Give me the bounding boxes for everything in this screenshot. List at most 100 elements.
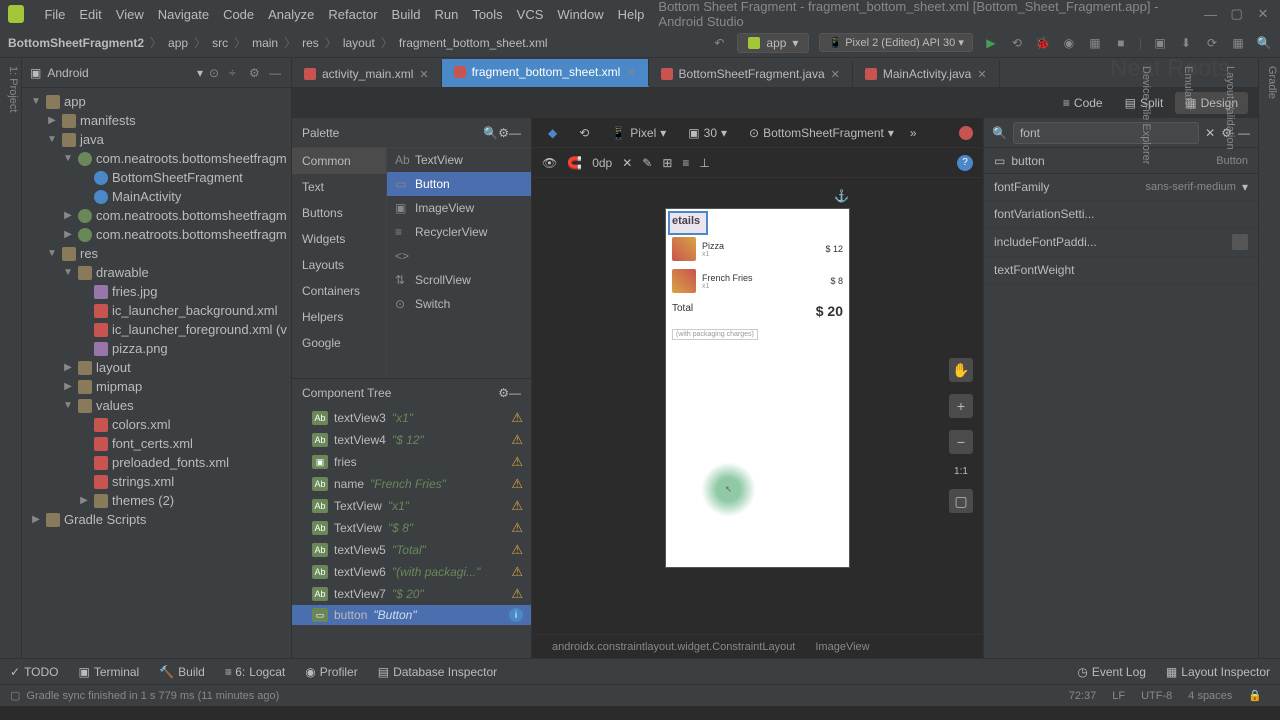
tree-item[interactable]: ic_launcher_foreground.xml (v [22,320,291,339]
menu-code[interactable]: Code [223,7,254,22]
debug-icon[interactable]: 🐞 [1035,35,1051,51]
breadcrumb-item[interactable]: app [168,36,188,50]
menu-window[interactable]: Window [557,7,603,22]
tree-item[interactable]: ▶layout [22,358,291,377]
component-tree-item[interactable]: Abname "French Fries"⚠ [292,473,531,495]
profiler-icon[interactable]: ◉ [1061,35,1077,51]
tree-item[interactable]: ▶themes (2) [22,491,291,510]
tree-item[interactable]: ▼app [22,92,291,111]
sync-icon[interactable]: ⟳ [1204,35,1220,51]
component-tree-item[interactable]: AbTextView "$ 8"⚠ [292,517,531,539]
hide-icon[interactable]: — [509,386,521,400]
tree-item[interactable]: ▼values [22,396,291,415]
avd-icon[interactable]: ▣ [1152,35,1168,51]
palette-item[interactable]: ⇅ScrollView [387,268,531,292]
theme-select[interactable]: ⊙ BottomSheetFragment ▾ [743,124,900,142]
tree-item[interactable]: preloaded_fonts.xml [22,453,291,472]
run-config-select[interactable]: app▾ [737,33,809,53]
line-ending[interactable]: LF [1104,690,1133,702]
api-select[interactable]: ▣ 30 ▾ [682,124,733,142]
tree-item[interactable]: font_certs.xml [22,434,291,453]
tree-item[interactable]: pizza.png [22,339,291,358]
view-options-icon[interactable]: 👁 [542,156,557,170]
event-log-tab[interactable]: ◷ Event Log [1077,665,1146,679]
palette-item[interactable]: ▭Button [387,172,531,196]
palette-category[interactable]: Text [292,174,386,200]
tree-item[interactable]: ▼res [22,244,291,263]
tree-item[interactable]: ▼com.neatroots.bottomsheetfragm [22,149,291,168]
attribute-row[interactable]: includeFontPaddi... [984,228,1258,257]
layout-inspector-tab[interactable]: ▦ Layout Inspector [1166,665,1270,679]
encoding[interactable]: UTF-8 [1133,690,1180,702]
tree-item[interactable]: strings.xml [22,472,291,491]
hide-icon[interactable]: — [269,66,283,80]
dragged-button-ghost[interactable]: ↖ [701,462,756,517]
pan-icon[interactable]: ✋ [949,358,973,382]
minimize-button[interactable]: — [1201,7,1219,21]
component-tree-item[interactable]: AbTextView "x1"⚠ [292,495,531,517]
palette-category[interactable]: Helpers [292,304,386,330]
menu-file[interactable]: File [44,7,65,22]
close-button[interactable]: ✕ [1254,7,1272,21]
search-icon[interactable]: 🔍 [1256,35,1272,51]
error-indicator[interactable] [959,126,973,140]
tree-item[interactable]: ▶Gradle Scripts [22,510,291,529]
project-tree[interactable]: ▼app▶manifests▼java▼com.neatroots.bottom… [22,88,291,658]
indent[interactable]: 4 spaces [1180,690,1240,702]
clear-icon[interactable]: ✕ [1205,126,1215,140]
structure-icon[interactable]: ▦ [1230,35,1246,51]
component-path[interactable]: ImageView [815,641,869,653]
pack-icon[interactable]: ⊞ [662,156,672,170]
palette-category[interactable]: Widgets [292,226,386,252]
maximize-button[interactable]: ▢ [1228,7,1246,21]
search-icon[interactable]: 🔍 [483,126,498,140]
emulator-tab[interactable]: Emulator [1182,66,1194,650]
component-tree-item[interactable]: ▭button "Button"i [292,605,531,625]
breadcrumb-item[interactable]: main [252,36,278,50]
palette-category[interactable]: Common [292,148,386,174]
tree-item[interactable]: ▶com.neatroots.bottomsheetfragm [22,225,291,244]
device-select[interactable]: 📱 Pixel ▾ [605,124,672,142]
tree-item[interactable]: fries.jpg [22,282,291,301]
design-surface-icon[interactable]: ◆ [542,124,563,142]
zoom-level[interactable]: 1:1 [954,466,968,477]
gear-icon[interactable]: ⚙ [249,66,263,80]
breadcrumb-item[interactable]: layout [343,36,375,50]
orientation-icon[interactable]: ⟲ [573,124,595,142]
tree-item[interactable]: ▼java [22,130,291,149]
component-tree-item[interactable]: AbtextView3 "x1"⚠ [292,407,531,429]
device-explorer-tab[interactable]: Device File Explorer [1140,66,1152,650]
tree-item[interactable]: BottomSheetFragment [22,168,291,187]
menu-tools[interactable]: Tools [472,7,502,22]
breadcrumb-item[interactable]: res [302,36,319,50]
help-icon[interactable]: ? [957,155,973,171]
attribute-row[interactable]: fontVariationSetti... [984,201,1258,228]
zoom-in-button[interactable]: + [949,394,973,418]
menu-help[interactable]: Help [618,7,645,22]
palette-category[interactable]: Layouts [292,252,386,278]
design-canvas[interactable]: ⚓ etails Pizza x1 $ 12 [532,178,983,634]
magnet-icon[interactable]: 🧲 [567,156,582,170]
fit-button[interactable]: ▢ [949,489,973,513]
todo-tab[interactable]: ✓ TODO [10,665,59,679]
layout-validation-tab[interactable]: Layout Validation [1224,66,1236,650]
attribute-row[interactable]: fontFamilysans-serif-medium▾ [984,174,1258,201]
logcat-tab[interactable]: ≡ 6: Logcat [225,665,285,679]
attribute-row[interactable]: textFontWeight [984,257,1258,284]
breadcrumb-item[interactable]: BottomSheetFragment2 [8,36,144,50]
palette-category[interactable]: Containers [292,278,386,304]
menu-run[interactable]: Run [434,7,458,22]
coverage-icon[interactable]: ▦ [1087,35,1103,51]
component-tree-item[interactable]: ▣fries ⚠ [292,451,531,473]
terminal-tab[interactable]: ▣ Terminal [79,665,140,679]
tree-item[interactable]: colors.xml [22,415,291,434]
attribute-search-input[interactable] [1013,122,1199,144]
clear-constraints-icon[interactable]: ✕ [622,156,632,170]
component-tree-item[interactable]: AbtextView6 "(with packagi..."⚠ [292,561,531,583]
align-icon[interactable]: ≡ [682,156,689,170]
menu-refactor[interactable]: Refactor [328,7,377,22]
tree-item[interactable]: ic_launcher_background.xml [22,301,291,320]
project-mode[interactable]: Android [47,66,191,80]
gear-icon[interactable]: ⚙ [498,386,509,400]
palette-category[interactable]: Google [292,330,386,356]
